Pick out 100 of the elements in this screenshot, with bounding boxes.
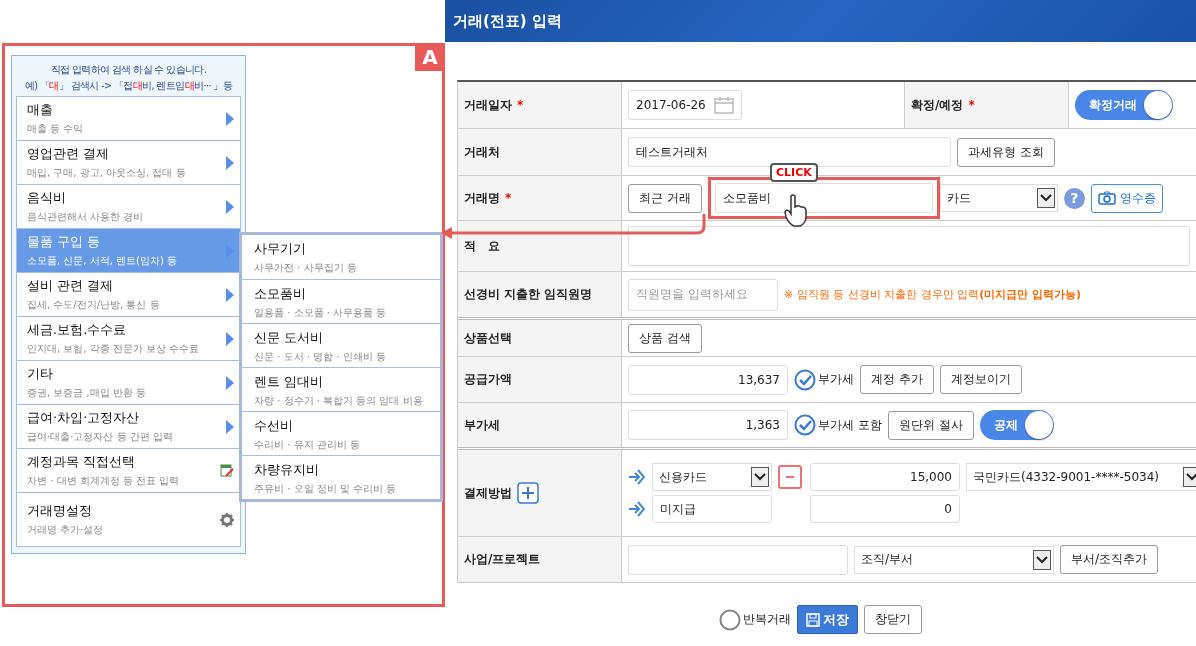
arrow-icon [226,155,234,170]
memo-field[interactable] [628,226,1190,266]
field-label: 공급가액 [464,371,512,388]
vat-label: 부가세 [818,371,854,388]
submenu-item-subtitle: 주유비 · 오일 정비 및 수리비 등 [254,482,397,496]
click-callout: CLICK [770,163,818,182]
hint-example: 예) 「대」 검색시 -> 「접대비, 렌트임대비··· 」등 [23,79,234,93]
menu-item-title: 매출 [27,101,53,119]
card-select[interactable]: 국민카드(4332-9001-****-5034) [966,463,1196,491]
menu-item-subtitle: 차변 · 대변 회계계정 등 전표 입력 [27,474,180,488]
round-down-button[interactable]: 원단위 절사 [887,410,974,440]
menu-item-title: 기타 [27,365,53,383]
submenu-item-title: 신문 도서비 [254,329,324,347]
submenu-item[interactable]: 소모품비 일용품 · 소모품 · 사무용품 등 [242,279,440,323]
menu-item[interactable]: 계정과목 직접선택 차변 · 대변 회계계정 등 전표 입력 [16,448,241,493]
field-label: 거래일자 [464,96,512,114]
toggle-switch[interactable]: 확정거래 [1075,90,1173,120]
tax-type-button[interactable]: 과세유형 조회 [957,137,1055,167]
submenu-item[interactable]: 차량유지비 주유비 · 오일 정비 및 수리비 등 [242,455,440,499]
menu-item[interactable]: 매출 매출 등 수익 [16,96,241,141]
save-button[interactable]: 저장 [797,605,858,634]
payment-amount-field[interactable]: 15,000 [810,463,960,491]
arrow-icon [628,500,646,518]
partner-field[interactable]: 테스트거래처 [628,137,951,167]
required-mark: * [968,98,975,112]
submenu-item[interactable]: 수선비 수리비 · 유지 관리비 등 [242,411,440,455]
window-title: 거래(전표) 입력 [453,11,562,31]
remove-button[interactable] [778,465,802,489]
menu-item[interactable]: 설비 관련 결제 집세, 수도/전기/난방, 통신 등 [16,272,241,317]
payment-method-field: 미지급 [652,495,772,523]
supply-amount-field[interactable]: 13,637 [628,364,788,395]
menu-item[interactable]: 기타 증권, 보증금 ,매입 반환 등 [16,360,241,405]
required-mark: * [517,98,524,112]
menu-item-subtitle: 음식관련해서 사용한 경비 [27,210,144,224]
menu-item[interactable]: 세금.보험.수수료 인지대, 보험, 각종 전문가 보상 수수료 [16,316,241,361]
arrow-icon [226,419,234,434]
arrow-icon [226,287,234,302]
account-button[interactable]: 계정 추가 [860,365,934,394]
payment-amount-field[interactable]: 0 [810,495,960,523]
hint-text: 직접 입력하여 검색 하실 수 있습니다. [49,63,208,77]
field-label: 사업/프로젝트 [464,551,541,568]
vat-amount-field[interactable]: 1,363 [628,410,788,440]
camera-icon [1097,191,1116,205]
arrow-icon [226,375,234,390]
date-field[interactable]: 2017-06-26 [628,90,742,120]
menu-item-subtitle: 인지대, 보험, 각종 전문가 보상 수수료 [27,342,200,356]
menu-item-title: 거래명설정 [27,502,92,520]
submenu-item[interactable]: 신문 도서비 신문 · 도서 · 명함 · 인쇄비 등 [242,323,440,367]
submenu-item-subtitle: 사무가전 · 사무집기 등 [254,261,357,275]
menu-item-subtitle: 매입, 구매, 광고, 아웃소싱, 접대 등 [27,166,186,180]
menu-item-title: 설비 관련 결제 [27,277,114,295]
project-field[interactable] [628,544,848,575]
toggle-switch[interactable]: 공제 [979,410,1054,440]
submenu-item[interactable]: 렌트 임대비 차량 · 정수기 · 복합기 등의 임대 비용 [242,367,440,411]
check-circle-icon[interactable] [794,368,816,391]
product-search-button[interactable]: 상품 검색 [628,323,702,353]
menu-item-subtitle: 집세, 수도/전기/난방, 통신 등 [27,298,160,312]
arrow-icon [628,468,646,486]
menu-item-title: 영업관련 결제 [27,145,110,163]
menu-item-title: 급여·차입·고정자산 [27,409,140,427]
receipt-button[interactable]: 영수증 [1090,183,1163,213]
menu-item-subtitle: 급여·대출·고정자산 등 간편 입력 [27,430,173,444]
menu-item-title: 세금.보험.수수료 [27,321,127,339]
menu-item-subtitle: 거래명 추가·설정 [27,523,104,537]
recent-button[interactable]: 최근 거래 [628,183,702,213]
select-field[interactable]: 카드 [939,184,1058,212]
radio-button[interactable] [719,608,741,631]
vat-included-label: 부가세 포함 [818,416,882,434]
notice-text: ※ 임직원 등 선경비 지출한 경우만 입력(미지급만 입력가능) [784,287,1082,302]
menu-item-title: 음식비 [27,189,66,207]
hand-cursor-icon [783,194,809,228]
submenu-item-subtitle: 차량 · 정수기 · 복합기 등의 임대 비용 [254,394,423,408]
submenu-item-subtitle: 수리비 · 유지 관리비 등 [254,438,360,452]
minus-icon [786,476,794,478]
field-label: 선경비 지출한 임직원명 [464,286,593,303]
menu-item-title: 계정과목 직접선택 [27,453,136,471]
arrow-icon [226,111,234,126]
repeat-label: 반복거래 [743,611,791,628]
menu-item-subtitle: 매출 등 수익 [27,122,84,136]
submenu-item[interactable]: 사무기기 사무가전 · 사무집기 등 [242,235,440,279]
department-select[interactable]: 조직/부서 [854,545,1054,574]
payment-method-select[interactable]: 신용카드 [652,463,772,491]
menu-item[interactable]: 급여·차입·고정자산 급여·대출·고정자산 등 간편 입력 [16,404,241,449]
field-label: 결제방법 [464,484,512,502]
submenu-item-subtitle: 신문 · 도서 · 명함 · 인쇄비 등 [254,350,386,364]
menu-item[interactable]: 음식비 음식관련해서 사용한 경비 [16,184,241,229]
required-mark: * [505,191,512,205]
transaction-name-field[interactable]: 소모품비 [714,183,933,213]
menu-item-title: 물품 구입 등 [27,233,101,251]
add-icon[interactable] [517,482,539,504]
field-label: 확정/예정 [911,96,964,114]
submenu-item-title: 렌트 임대비 [254,373,324,391]
menu-item[interactable]: 거래명설정 거래명 추가·설정 [16,492,241,547]
close-button[interactable]: 창닫기 [864,605,922,634]
settings-icon[interactable] [220,512,234,527]
add-department-button[interactable]: 부서/조직추가 [1060,545,1159,574]
menu-item[interactable]: 영업관련 결제 매입, 구매, 광고, 아웃소싱, 접대 등 [16,140,241,185]
account-button[interactable]: 계정보이기 [939,365,1022,394]
check-circle-icon[interactable] [794,414,816,436]
edit-icon [220,463,234,478]
